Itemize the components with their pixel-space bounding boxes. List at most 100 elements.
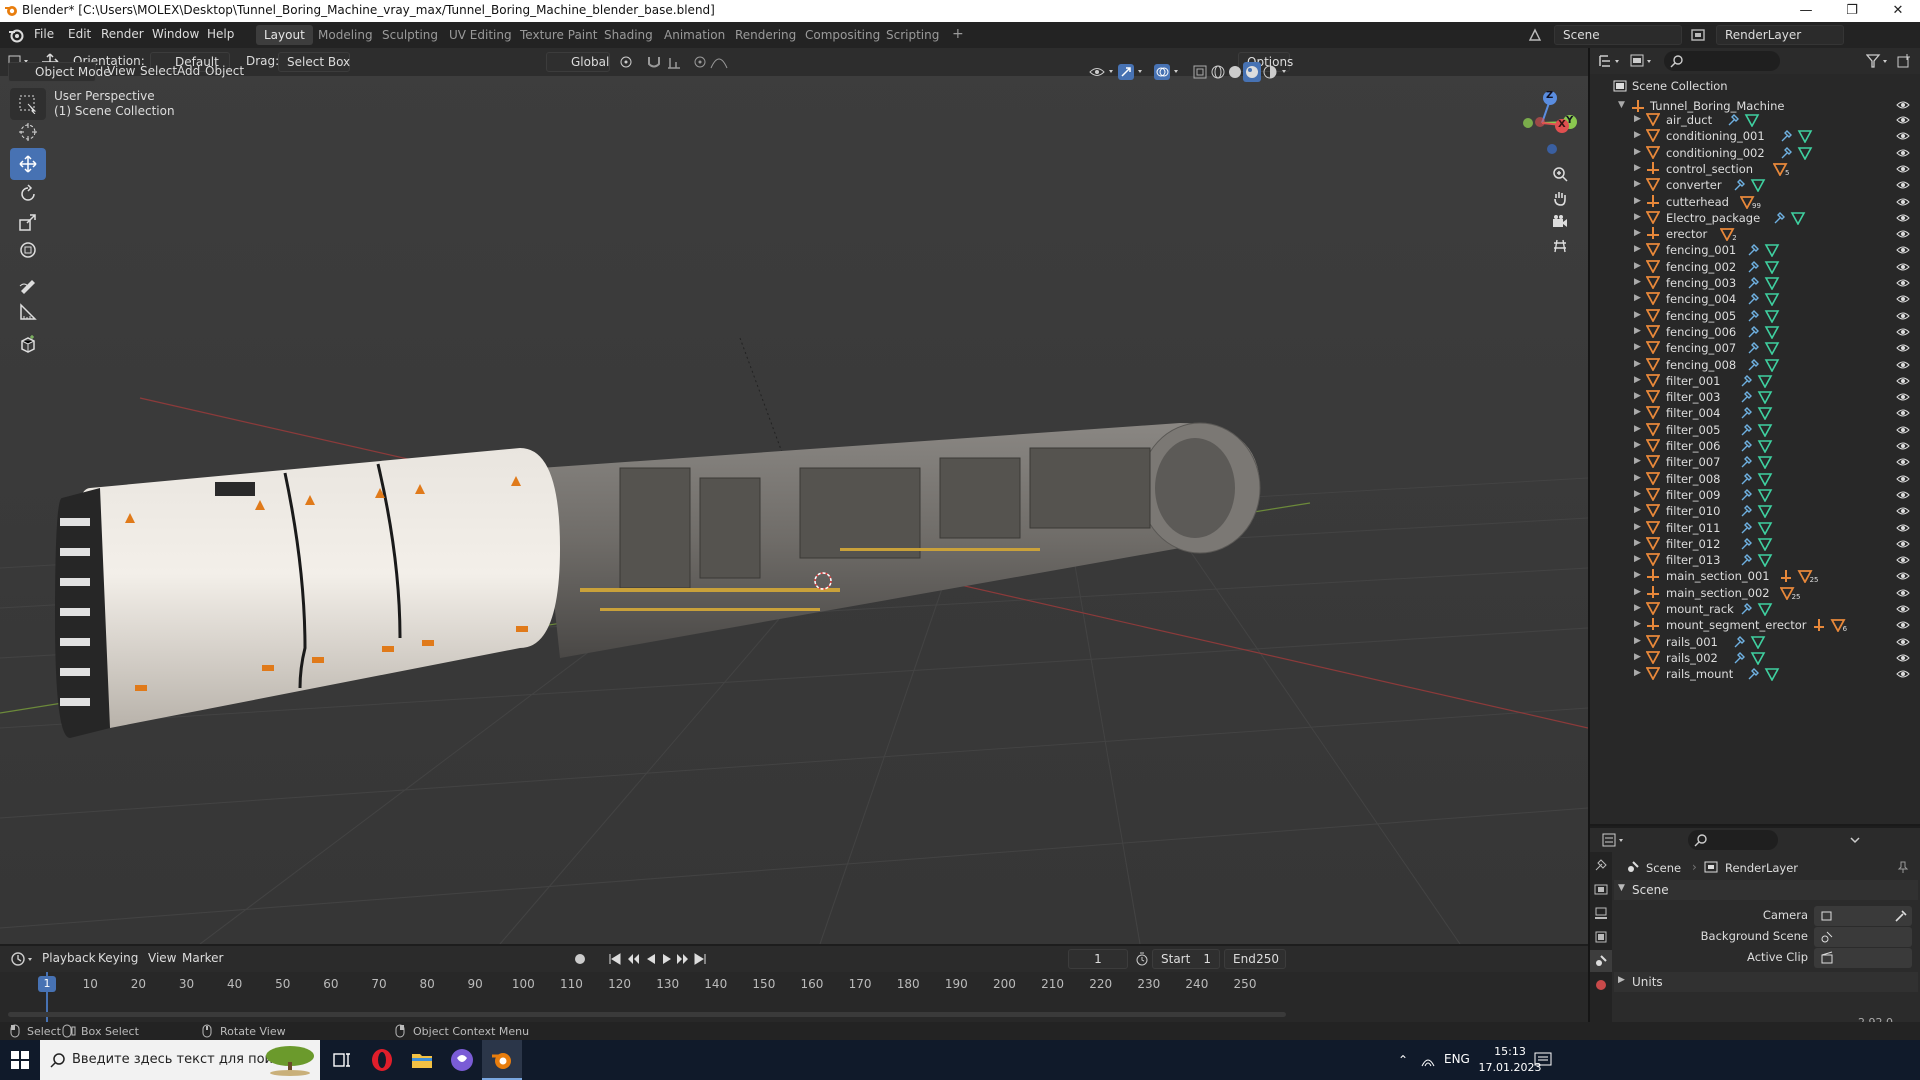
maximize-button[interactable]: ❐ <box>1830 0 1874 22</box>
tab-uv-editing[interactable]: UV Editing <box>441 25 520 45</box>
gizmo-toggle-icon[interactable] <box>1118 64 1146 80</box>
eye-icon[interactable] <box>1896 341 1910 355</box>
expand-arrow-icon[interactable]: ▶ <box>1634 391 1641 401</box>
eye-icon[interactable] <box>1896 406 1910 420</box>
chat-app-icon[interactable] <box>450 1048 474 1072</box>
timeline-menu-marker[interactable]: Marker <box>182 951 223 965</box>
outliner-item-row[interactable]: ▶ fencing_001 <box>1590 242 1920 258</box>
tab-modeling[interactable]: Modeling <box>310 25 381 45</box>
outliner-item-row[interactable]: ▶ rails_002 <box>1590 650 1920 666</box>
expand-arrow-icon[interactable]: ▶ <box>1634 570 1641 580</box>
scene-panel-header[interactable]: ▼ Scene <box>1614 880 1918 900</box>
outliner-search-input[interactable] <box>1664 51 1780 71</box>
eye-icon[interactable] <box>1896 292 1910 306</box>
active-clip-field[interactable] <box>1814 948 1912 968</box>
outliner-item-row[interactable]: ▶ filter_010 <box>1590 503 1920 519</box>
eye-icon[interactable] <box>1896 309 1910 323</box>
outliner-item-row[interactable]: ▶ fencing_002 <box>1590 259 1920 275</box>
outliner-editor-icon[interactable] <box>1598 53 1624 69</box>
expand-arrow-icon[interactable]: ▶ <box>1634 619 1641 629</box>
expand-arrow-icon[interactable]: ▶ <box>1634 228 1641 238</box>
wireframe-shading-icon[interactable] <box>1210 64 1226 80</box>
expand-arrow-icon[interactable]: ▶ <box>1634 407 1641 417</box>
expand-arrow-icon[interactable]: ▶ <box>1634 456 1641 466</box>
eye-icon[interactable] <box>1896 667 1910 681</box>
eye-icon[interactable] <box>1896 472 1910 486</box>
background-scene-field[interactable] <box>1814 927 1912 947</box>
material-shading-icon[interactable] <box>1243 62 1261 82</box>
expand-arrow-icon[interactable]: ▶ <box>1634 114 1641 124</box>
outliner-item-row[interactable]: ▶ fencing_004 <box>1590 291 1920 307</box>
outliner-item-row[interactable]: ▶ cutterhead 99 <box>1590 194 1920 210</box>
play-icon[interactable] <box>660 952 674 966</box>
expand-arrow-icon[interactable]: ▶ <box>1634 244 1641 254</box>
collapse-arrow-icon[interactable]: ▼ <box>1618 100 1625 110</box>
play-reverse-icon[interactable] <box>644 952 658 966</box>
outliner-item-row[interactable]: ▶ mount_rack <box>1590 601 1920 617</box>
clock-time[interactable]: 15:13 <box>1478 1045 1542 1058</box>
tab-shading[interactable]: Shading <box>596 25 661 45</box>
viewport-menu-object[interactable]: Object <box>205 64 244 78</box>
pin-icon[interactable] <box>1896 860 1910 874</box>
move-tool[interactable] <box>10 148 46 180</box>
menu-edit[interactable]: Edit <box>68 27 91 41</box>
expand-arrow-icon[interactable]: ▶ <box>1634 440 1641 450</box>
expand-arrow-icon[interactable]: ▶ <box>1634 636 1641 646</box>
opera-icon[interactable] <box>370 1048 394 1072</box>
outliner-item-row[interactable]: ▶ fencing_008 <box>1590 357 1920 373</box>
tab-compositing[interactable]: Compositing <box>797 25 888 45</box>
tab-rendering[interactable]: Rendering <box>727 25 804 45</box>
task-view-icon[interactable] <box>332 1050 352 1070</box>
eye-icon[interactable] <box>1896 195 1910 209</box>
eye-icon[interactable] <box>1896 537 1910 551</box>
viewport-menu-view[interactable]: View <box>107 64 135 78</box>
view-layer-tab-icon[interactable] <box>1594 930 1608 944</box>
new-collection-icon[interactable] <box>1896 53 1912 69</box>
viewport-menu-add[interactable]: Add <box>177 64 200 78</box>
tray-chevron-icon[interactable]: ⌃ <box>1398 1053 1408 1067</box>
add-cube-tool[interactable] <box>10 328 46 360</box>
eye-icon[interactable] <box>1896 651 1910 665</box>
minimize-button[interactable]: — <box>1784 0 1828 22</box>
expand-arrow-icon[interactable]: ▶ <box>1634 538 1641 548</box>
eye-icon[interactable] <box>1896 162 1910 176</box>
network-icon[interactable] <box>1420 1052 1436 1068</box>
outliner-item-row[interactable]: ▶ rails_001 <box>1590 634 1920 650</box>
outliner-item-row[interactable]: ▶ Electro_package <box>1590 210 1920 226</box>
expand-arrow-icon[interactable]: ▶ <box>1634 603 1641 613</box>
windows-start-icon[interactable] <box>10 1050 30 1070</box>
eye-icon[interactable] <box>1896 374 1910 388</box>
properties-editor-icon[interactable] <box>1602 832 1628 848</box>
expand-arrow-icon[interactable]: ▶ <box>1634 179 1641 189</box>
render-tab-icon[interactable] <box>1594 882 1608 896</box>
outliner-item-row[interactable]: ▶ filter_009 <box>1590 487 1920 503</box>
prev-keyframe-icon[interactable] <box>626 952 640 966</box>
viewport-menu-select[interactable]: Select <box>140 64 177 78</box>
eye-icon[interactable] <box>1896 618 1910 632</box>
measure-tool[interactable] <box>10 296 46 328</box>
expand-arrow-icon[interactable]: ▶ <box>1634 652 1641 662</box>
eye-icon[interactable] <box>1896 358 1910 372</box>
blender-taskbar-button[interactable] <box>482 1040 522 1080</box>
jump-end-icon[interactable] <box>693 952 707 966</box>
expand-arrow-icon[interactable]: ▶ <box>1634 277 1641 287</box>
camera-field[interactable] <box>1814 906 1912 926</box>
eye-icon[interactable] <box>1896 504 1910 518</box>
outliner-item-row[interactable]: ▶ fencing_003 <box>1590 275 1920 291</box>
rendered-shading-icon[interactable] <box>1262 64 1290 80</box>
filter-icon[interactable] <box>1866 53 1892 69</box>
solid-shading-icon[interactable] <box>1227 64 1243 80</box>
eye-icon[interactable] <box>1896 390 1910 404</box>
tab-animation[interactable]: Animation <box>656 25 733 45</box>
eye-icon[interactable] <box>1896 553 1910 567</box>
tab-texture-paint[interactable]: Texture Paint <box>512 25 605 45</box>
outliner-item-row[interactable]: ▶ mount_segment_erector 6 <box>1590 617 1920 633</box>
outliner-item-row[interactable]: ▶ control_section 5 <box>1590 161 1920 177</box>
expand-arrow-icon[interactable]: ▶ <box>1634 587 1641 597</box>
outliner-item-row[interactable]: ▶ fencing_005 <box>1590 308 1920 324</box>
eye-icon[interactable] <box>1896 211 1910 225</box>
expand-arrow-icon[interactable]: ▶ <box>1634 489 1641 499</box>
stopwatch-icon[interactable] <box>1135 952 1149 966</box>
outliner-item-row[interactable]: ▶ filter_004 <box>1590 405 1920 421</box>
eye-icon[interactable] <box>1896 243 1910 257</box>
